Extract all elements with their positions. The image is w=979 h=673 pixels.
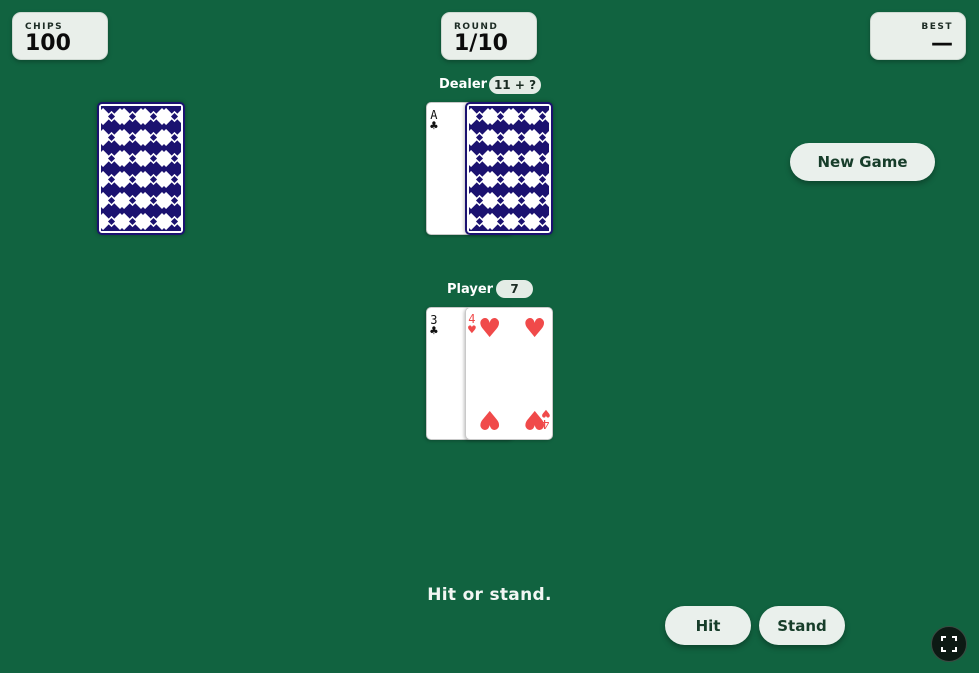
card-corner: 3 ♣	[430, 314, 438, 338]
status-message: Hit or stand.	[427, 585, 552, 605]
card-back-pattern	[101, 106, 181, 231]
card-corner: A ♣	[430, 109, 438, 133]
dealer-label: Dealer	[439, 77, 488, 92]
dealer-card-2-hidden	[465, 102, 553, 235]
card-corner: 4 ♥	[542, 405, 550, 431]
stand-button[interactable]: Stand	[759, 606, 845, 645]
dealer-total-badge: 11 + ?	[489, 76, 541, 94]
card-pip: ♥	[478, 314, 502, 344]
player-label: Player	[447, 282, 494, 297]
card-pip: ♥	[478, 404, 502, 434]
deck-card-back	[97, 102, 185, 235]
player-total-badge: 7	[496, 280, 533, 298]
round-value: 1/10	[454, 31, 508, 56]
card-suit: ♣	[430, 324, 438, 339]
best-value: —	[931, 31, 953, 56]
fullscreen-button[interactable]	[931, 626, 967, 662]
card-corner: 4 ♥	[468, 313, 476, 337]
card-suit: ♥	[468, 323, 476, 338]
chips-value: 100	[25, 31, 71, 56]
chips-panel: CHIPS 100	[12, 12, 108, 60]
card-back-pattern	[469, 106, 549, 231]
player-card-2: 4 ♥ ♥ ♥ ♥ ♥ 4 ♥	[465, 307, 553, 440]
fullscreen-icon	[941, 636, 957, 652]
card-suit: ♥	[542, 405, 550, 420]
card-suit: ♣	[430, 119, 438, 134]
best-panel: BEST —	[870, 12, 966, 60]
hit-button[interactable]: Hit	[665, 606, 751, 645]
new-game-button[interactable]: New Game	[790, 143, 935, 181]
round-panel: ROUND 1/10	[441, 12, 537, 60]
card-pip: ♥	[523, 314, 547, 344]
